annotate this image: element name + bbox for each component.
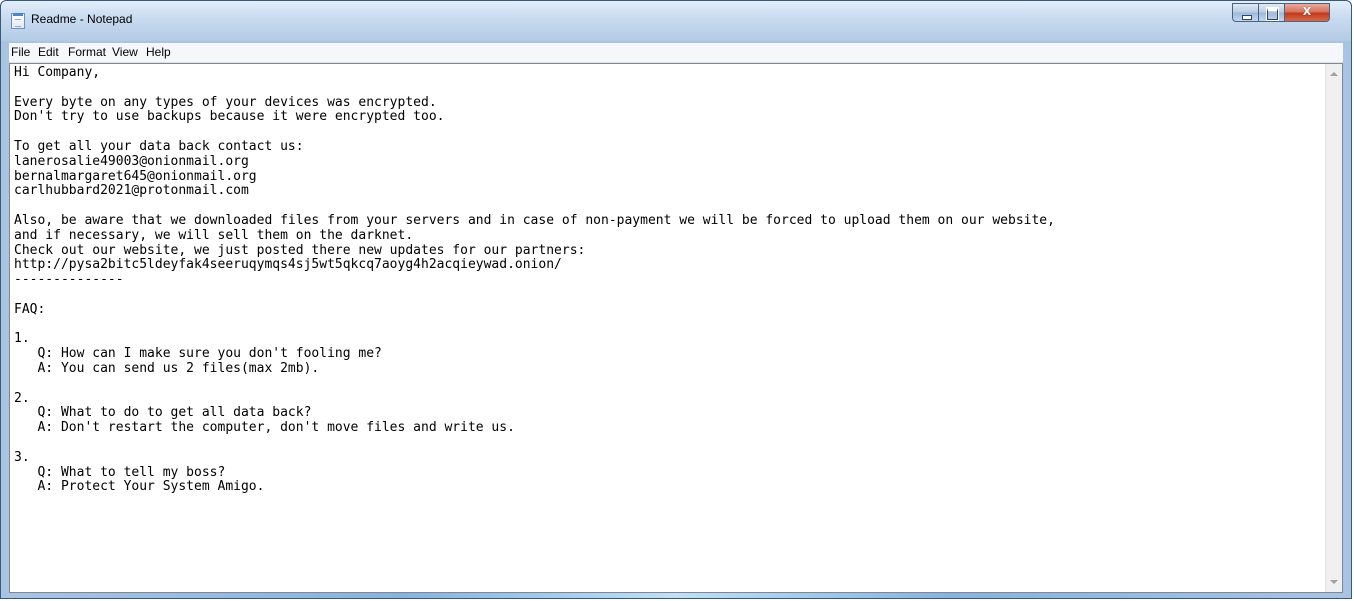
text-line: Hi Company, [14,65,101,80]
text-line: and if necessary, we will sell them on t… [14,227,414,243]
menu-format[interactable]: Format [68,45,106,59]
close-icon: X [1302,5,1312,18]
menu-view[interactable]: View [112,45,138,59]
text-line: 3. [14,449,30,465]
menu-bar: File Edit Format View Help [9,43,1343,63]
text-line: Don't try to use backups because it were… [14,109,445,125]
menu-help[interactable]: Help [146,45,171,59]
text-line: -------------- [14,272,124,288]
window-bottom-border [1,593,1351,598]
scroll-down-icon[interactable] [1330,580,1338,584]
window-title: Readme - Notepad [31,12,133,26]
text-line: Every byte on any types of your devices … [14,94,437,110]
text-line: 1. [14,331,30,347]
text-line: carlhubbard2021@protonmail.com [14,183,249,199]
text-line: Also, be aware that we downloaded files … [14,212,1055,228]
minimize-button[interactable] [1232,3,1259,22]
notepad-icon[interactable] [11,13,25,29]
menu-file[interactable]: File [11,45,30,59]
minimize-icon [1242,15,1252,20]
text-line: A: Don't restart the computer, don't mov… [14,420,515,436]
text-line: Q: How can I make sure you don't fooling… [14,346,382,362]
maximize-button[interactable] [1258,3,1285,22]
menu-edit[interactable]: Edit [38,45,59,59]
scroll-up-icon[interactable] [1330,72,1338,76]
title-bar[interactable]: Readme - Notepad X [1,1,1351,41]
close-button[interactable]: X [1284,3,1330,22]
text-line: A: Protect Your System Amigo. [14,479,265,495]
text-line: lanerosalie49003@onionmail.org [14,153,249,169]
text-line: Q: What to tell my boss? [14,464,226,480]
maximize-icon [1266,7,1279,21]
document-text[interactable]: Hi Company, Every byte on any types of y… [10,64,1325,592]
text-line: To get all your data back contact us: [14,138,304,154]
text-line: Check out our website, we just posted th… [14,242,586,258]
text-line: Q: What to do to get all data back? [14,405,312,421]
text-line: 2. [14,390,30,406]
text-line: bernalmargaret645@onionmail.org [14,168,257,184]
notepad-window: Readme - Notepad X File Edit Format View… [0,0,1352,599]
vertical-scrollbar[interactable] [1325,64,1342,592]
text-line: A: You can send us 2 files(max 2mb). [14,360,320,376]
text-line: FAQ: [14,301,46,317]
text-editor[interactable]: Hi Company, Every byte on any types of y… [9,63,1343,593]
text-line: http://pysa2bitc5ldeyfak4seeruqymqs4sj5w… [14,257,562,273]
